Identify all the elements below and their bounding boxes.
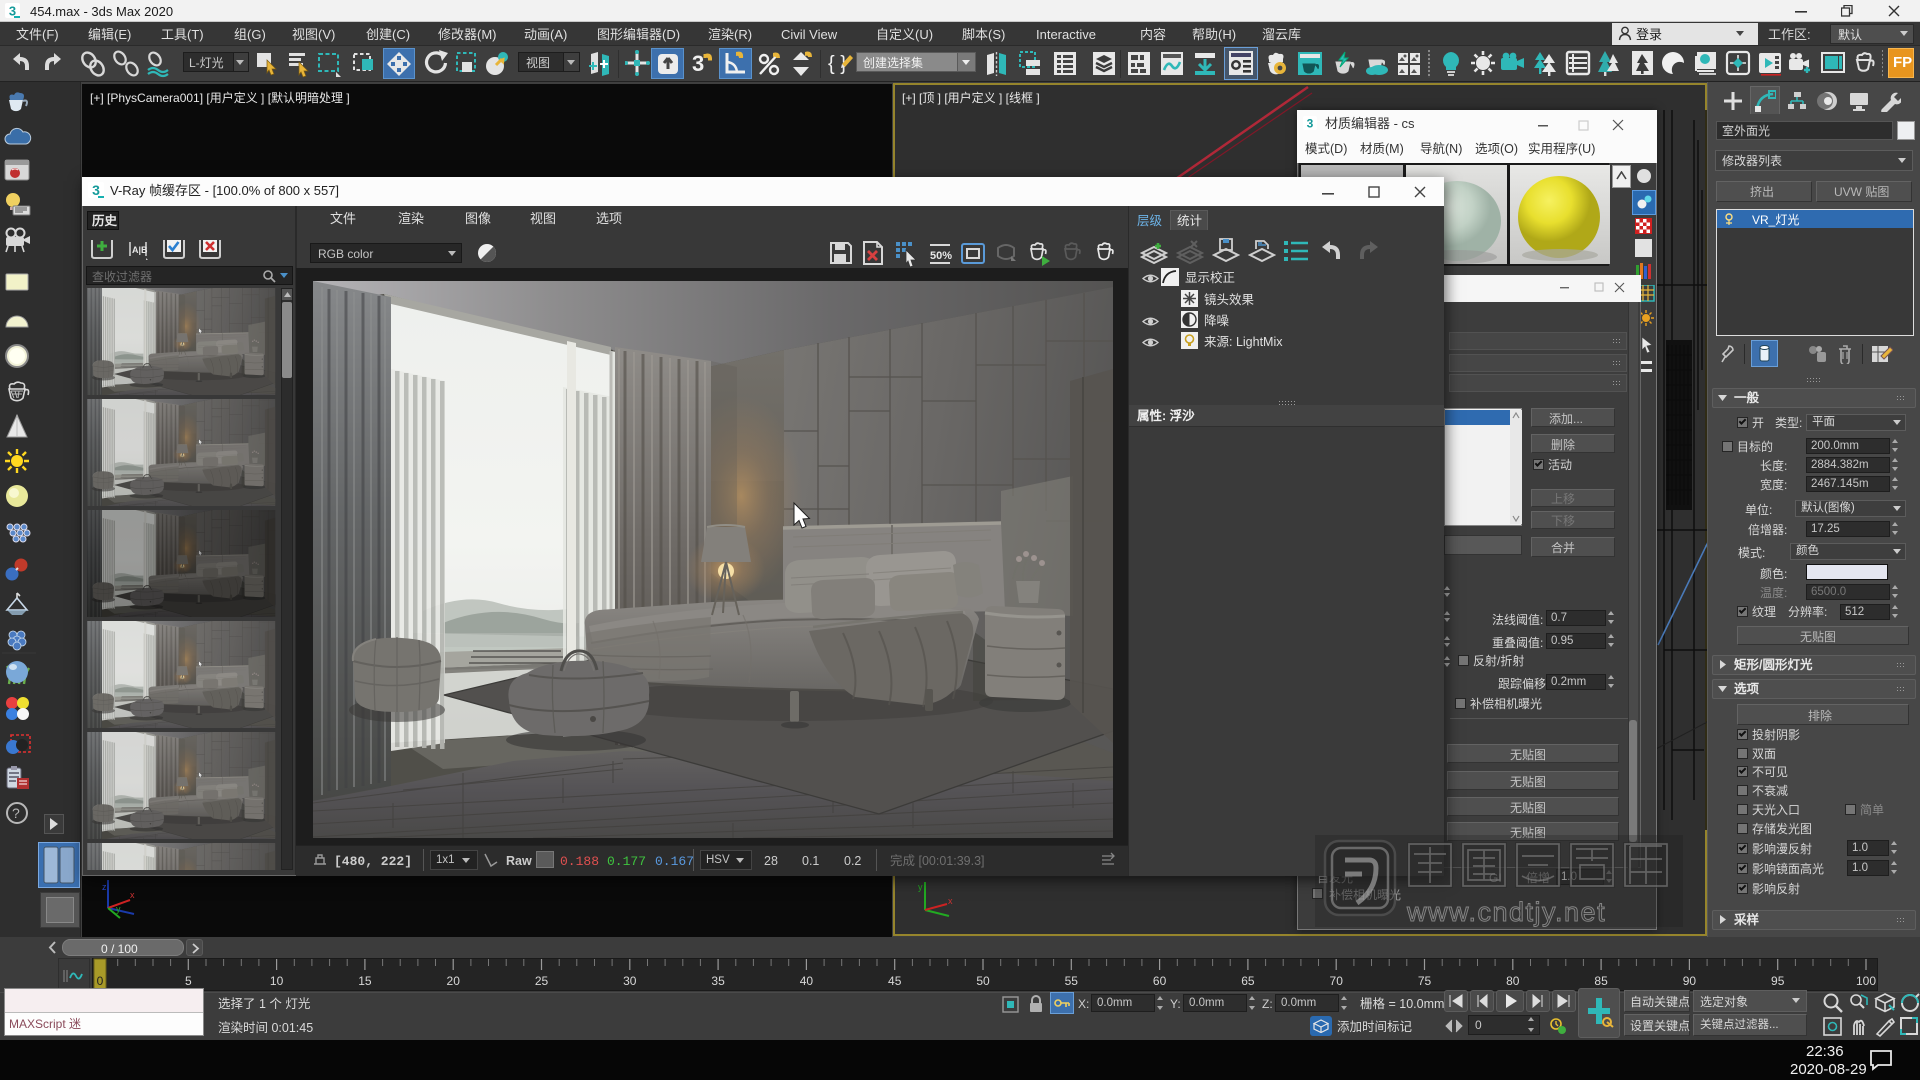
svg-text:45: 45 bbox=[888, 974, 902, 988]
svg-text:50%: 50% bbox=[930, 250, 952, 262]
svg-text:90: 90 bbox=[1683, 974, 1697, 988]
svg-text:www.cndtjy.net: www.cndtjy.net bbox=[1406, 897, 1606, 927]
svg-text:30: 30 bbox=[623, 974, 637, 988]
svg-text:50: 50 bbox=[976, 974, 990, 988]
svg-text:x: x bbox=[948, 896, 953, 906]
svg-text:40: 40 bbox=[800, 974, 814, 988]
svg-text:55: 55 bbox=[1065, 974, 1079, 988]
svg-text:100: 100 bbox=[1856, 974, 1876, 988]
svg-text:10: 10 bbox=[270, 974, 284, 988]
svg-text:25: 25 bbox=[535, 974, 549, 988]
svg-text:3: 3 bbox=[692, 51, 704, 76]
svg-text:5: 5 bbox=[185, 974, 192, 988]
svg-text:70: 70 bbox=[1330, 974, 1344, 988]
svg-text:15: 15 bbox=[358, 974, 372, 988]
svg-text:y: y bbox=[116, 904, 121, 914]
svg-text:0: 0 bbox=[97, 974, 104, 988]
svg-text:z: z bbox=[102, 882, 107, 892]
svg-text:x: x bbox=[130, 890, 135, 900]
svg-text:85: 85 bbox=[1594, 974, 1608, 988]
svg-text:35: 35 bbox=[711, 974, 725, 988]
svg-text:20: 20 bbox=[447, 974, 461, 988]
svg-text:3: 3 bbox=[1307, 117, 1314, 131]
svg-text:60: 60 bbox=[1153, 974, 1167, 988]
svg-text:y: y bbox=[918, 882, 923, 892]
svg-text:?: ? bbox=[12, 805, 20, 821]
svg-text:65: 65 bbox=[1241, 974, 1255, 988]
svg-text:3: 3 bbox=[92, 182, 100, 198]
svg-text:95: 95 bbox=[1771, 974, 1785, 988]
svg-text:80: 80 bbox=[1506, 974, 1520, 988]
svg-text:75: 75 bbox=[1418, 974, 1432, 988]
svg-text:A|B: A|B bbox=[132, 245, 148, 255]
